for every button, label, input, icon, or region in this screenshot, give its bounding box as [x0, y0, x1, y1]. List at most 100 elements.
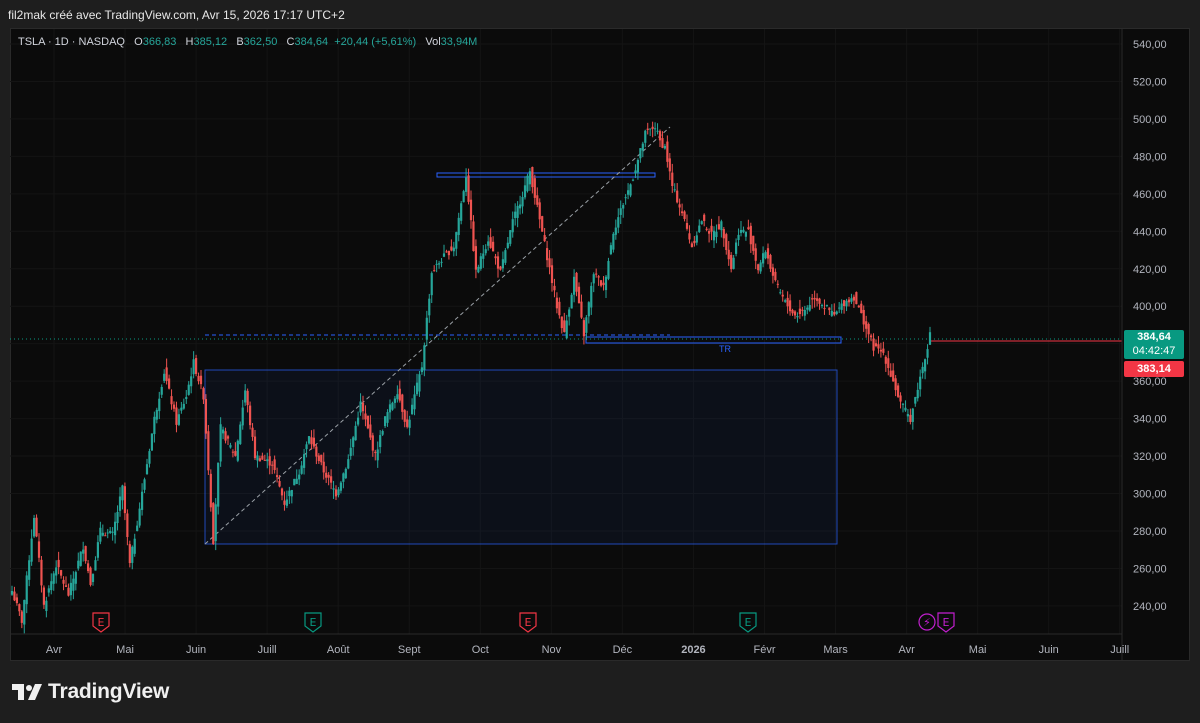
symbol-legend[interactable]: TSLA · 1D · NASDAQ O366,83 H385,12 B362,… — [18, 36, 477, 48]
candle — [77, 552, 80, 571]
logo-text: TradingView — [48, 680, 170, 703]
candle — [599, 280, 603, 288]
y-tick-label: 460,00 — [1133, 189, 1167, 201]
candle — [626, 183, 630, 200]
tradingview-logo-icon — [12, 684, 42, 700]
candle — [911, 407, 914, 430]
x-tick-label: Juin — [186, 644, 206, 656]
earnings-marker[interactable]: E — [519, 612, 537, 633]
candle — [457, 212, 460, 242]
price-chart[interactable]: TR 240,00 260,00 280,00 300,00 320,00 340,00 3… — [0, 0, 1200, 723]
candle — [86, 560, 90, 574]
y-tick-label: 500,00 — [1133, 114, 1167, 126]
volume-value: 33,94M — [440, 36, 478, 48]
candle — [563, 312, 566, 333]
candle — [700, 220, 703, 225]
candle — [906, 409, 910, 423]
symbol-title[interactable]: TSLA · 1D · NASDAQ — [18, 36, 125, 48]
candle — [730, 252, 733, 273]
candle — [916, 382, 919, 402]
candle — [23, 599, 26, 634]
candle — [759, 259, 762, 274]
candle — [612, 232, 615, 253]
candle — [671, 163, 674, 193]
candle — [781, 289, 784, 302]
candle — [757, 263, 760, 274]
candle — [484, 244, 487, 256]
candle — [440, 258, 443, 268]
candle — [82, 541, 85, 562]
candle — [553, 278, 556, 298]
candle — [710, 218, 713, 241]
earnings-marker[interactable]: E — [937, 612, 955, 633]
earnings-marker[interactable]: E — [92, 612, 110, 633]
candle — [123, 482, 127, 521]
y-tick-label: 520,00 — [1133, 76, 1167, 88]
candle — [204, 394, 208, 439]
candle — [28, 555, 31, 587]
earnings-marker[interactable]: E — [304, 612, 322, 633]
candle — [678, 198, 681, 216]
y-tick-label: 300,00 — [1133, 489, 1167, 501]
candle — [673, 183, 676, 193]
candle — [425, 310, 428, 347]
candle — [180, 401, 183, 414]
candle — [680, 203, 684, 217]
candle — [219, 417, 222, 467]
candle — [695, 231, 698, 246]
candle — [140, 483, 144, 516]
candle — [482, 245, 485, 268]
candle — [580, 294, 583, 319]
candle — [815, 293, 819, 307]
candle — [116, 505, 119, 531]
candle — [126, 509, 129, 546]
tradingview-logo[interactable]: TradingView — [12, 680, 169, 704]
candle — [491, 236, 495, 252]
candle — [35, 514, 38, 538]
candle — [646, 122, 649, 135]
candle — [209, 469, 212, 512]
candle — [40, 556, 43, 593]
volume-label: Vol — [425, 36, 441, 48]
x-tick-label: Mars — [823, 644, 848, 656]
candle — [494, 253, 497, 265]
candle — [528, 168, 532, 191]
candle — [685, 214, 689, 231]
candle — [128, 540, 131, 568]
candle — [516, 201, 519, 228]
candle — [452, 241, 455, 257]
time-axis[interactable]: Avr Mai Juin Juill Août Sept Oct Nov Déc 2026 Févr… — [10, 633, 1129, 656]
footer — [0, 661, 1200, 723]
range-box[interactable] — [204, 369, 838, 545]
close-value: 384,64 — [294, 36, 329, 48]
candle — [752, 235, 755, 255]
candle — [609, 242, 613, 256]
event-marker-label: E — [310, 616, 317, 629]
last-price-value: 384,64 — [1137, 331, 1171, 343]
candle — [877, 336, 880, 354]
candle — [55, 560, 58, 584]
candle — [788, 294, 792, 316]
last-price-tag: 384,64 04:42:47 — [1124, 330, 1184, 359]
candle — [118, 487, 122, 517]
candle — [683, 210, 686, 222]
candle — [499, 265, 502, 271]
candle — [391, 401, 394, 411]
candle — [106, 528, 109, 539]
candle — [872, 333, 875, 357]
earnings-marker[interactable]: E — [739, 612, 757, 633]
x-tick-label: Mai — [969, 644, 987, 656]
candle — [197, 372, 200, 385]
candle — [639, 148, 642, 163]
candle — [518, 195, 522, 215]
candle — [820, 303, 824, 309]
candle — [212, 502, 215, 545]
candle — [845, 298, 848, 312]
candle — [239, 421, 242, 445]
candle — [919, 369, 922, 397]
candle — [614, 219, 617, 240]
event-icon[interactable]: ⚡ — [918, 613, 936, 631]
candle — [847, 296, 851, 307]
candle — [771, 263, 775, 284]
tr-zone[interactable] — [585, 336, 842, 344]
